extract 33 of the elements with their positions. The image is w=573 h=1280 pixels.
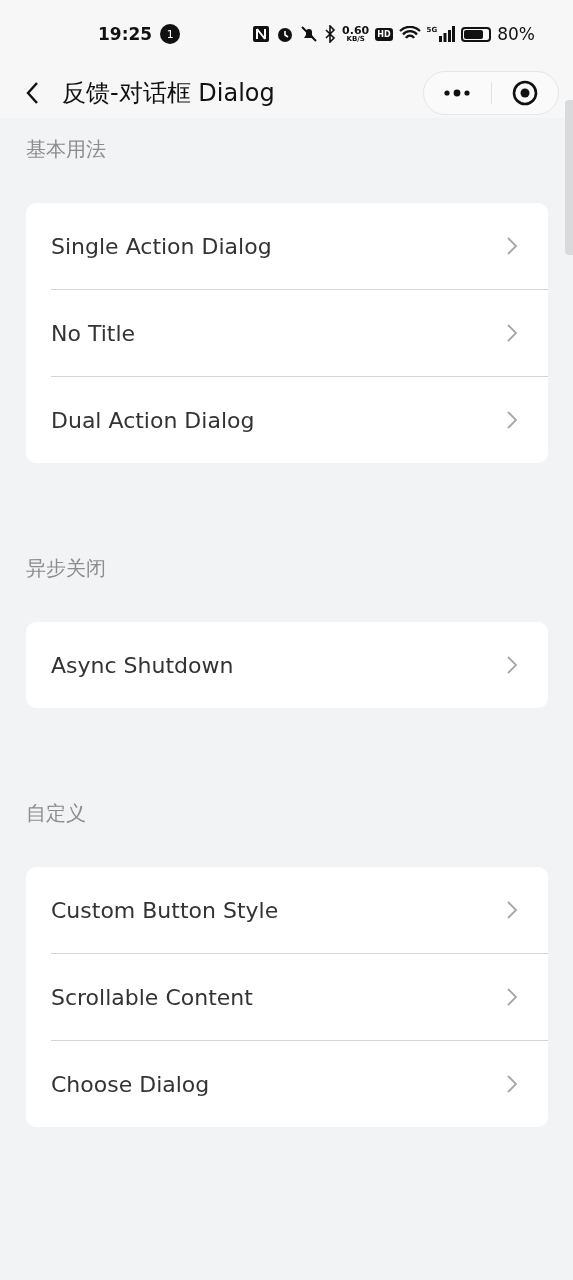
alarm-icon — [276, 25, 295, 43]
menu-item[interactable]: No Title — [51, 320, 136, 346]
chevron-icon — [506, 987, 518, 1007]
chevron-icon — [506, 1074, 518, 1094]
section-title: 基本用法 — [26, 138, 107, 160]
menu-item[interactable]: Dual Action Dialog — [51, 407, 255, 433]
page-title: 反馈-对话框 Dialog — [62, 78, 275, 109]
network-speed: 0.60 — [342, 25, 370, 36]
notification-badge: 1 — [160, 24, 181, 44]
chevron-icon — [506, 410, 518, 430]
section-title: 自定义 — [26, 802, 87, 824]
menu-item[interactable]: Scrollable Content — [51, 984, 253, 1010]
chevron-icon — [506, 900, 518, 920]
status-time: 19:25 — [98, 24, 153, 44]
menu-item[interactable]: Async Shutdown — [51, 652, 234, 678]
scrollbar[interactable] — [565, 100, 573, 255]
section-title: 异步关闭 — [26, 557, 107, 579]
chevron-icon — [506, 236, 518, 256]
more-icon — [443, 89, 472, 97]
target-icon — [511, 80, 538, 106]
menu-item[interactable]: Custom Button Style — [51, 897, 279, 923]
menu-item[interactable]: Single Action Dialog — [51, 233, 272, 259]
signal-icon — [439, 26, 456, 42]
battery-icon — [461, 26, 492, 42]
bluetooth-icon — [324, 25, 337, 43]
back-icon — [25, 81, 39, 105]
chevron-icon — [506, 655, 518, 675]
muted-bell-icon — [300, 25, 319, 43]
battery-percent: 80% — [497, 24, 535, 44]
chevron-icon — [506, 323, 518, 343]
nfc-icon — [252, 25, 271, 43]
menu-item[interactable]: Choose Dialog — [51, 1071, 210, 1097]
hd-badge: HD — [375, 27, 393, 41]
